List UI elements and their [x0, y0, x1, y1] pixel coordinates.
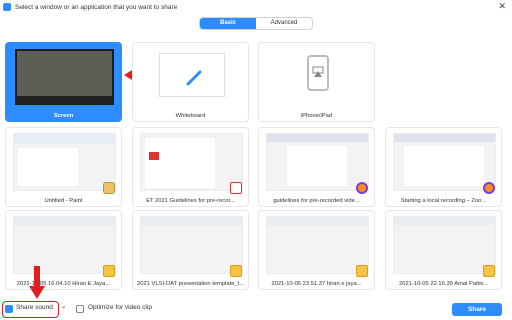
- folder-icon: [483, 265, 495, 277]
- optimize-video-checkbox[interactable]: [76, 305, 84, 313]
- share-tile-pdf[interactable]: ET 2021 Guidelines for pre-recor...: [132, 127, 249, 207]
- pdf-icon: [230, 182, 242, 194]
- folder-icon: [103, 265, 115, 277]
- share-tile-whiteboard[interactable]: Whiteboard: [132, 42, 249, 122]
- tile-label: iPhone/iPad: [300, 113, 333, 119]
- tile-label: 2021 VLSI-DAT presentation template_I...: [137, 281, 244, 287]
- share-tile-folder-3[interactable]: 2021-10-05 23.51.37 hiran e jaya...: [258, 210, 375, 290]
- window-preview: [393, 216, 496, 274]
- whiteboard-preview: [159, 53, 225, 97]
- folder-icon: [356, 265, 368, 277]
- tab-advanced[interactable]: Advanced: [256, 18, 312, 29]
- tile-label: ET 2021 Guidelines for pre-recor...: [146, 198, 235, 204]
- window-preview: [13, 133, 116, 191]
- red-down-arrow-annotation: [29, 266, 45, 299]
- tile-label: guidelines for pre-recorded vide...: [273, 198, 360, 204]
- window-preview: [266, 133, 369, 191]
- screen-preview: [15, 49, 114, 105]
- close-icon[interactable]: ✕: [498, 1, 506, 12]
- firefox-icon: [483, 182, 495, 194]
- window-preview: [393, 133, 496, 191]
- tile-label: 2021-10-05 23.51.37 hiran e jaya...: [271, 281, 362, 287]
- tile-label: 2021-10-05 22.16.39 Amal Pattiv...: [399, 281, 488, 287]
- share-tile-screen[interactable]: Screen: [5, 42, 122, 122]
- share-tile-folder-1[interactable]: 2021-10-05 16.04.10 Hiran E Jaya...: [5, 210, 122, 290]
- tile-label: Untitled - Paint: [44, 198, 83, 204]
- optimize-video-label[interactable]: Optimize for video clip: [88, 304, 152, 311]
- tile-label: Whiteboard: [175, 113, 206, 119]
- window-preview: [266, 216, 369, 274]
- tile-label: Starting a local recording – Zoo...: [400, 198, 487, 204]
- share-tile-folder-2[interactable]: 2021 VLSI-DAT presentation template_I...: [132, 210, 249, 290]
- zoom-app-icon: [3, 3, 11, 11]
- share-tile-paint[interactable]: Untitled - Paint: [5, 127, 122, 207]
- chevron-down-icon[interactable]: ⌄: [61, 302, 66, 310]
- share-tile-firefox-guidelines[interactable]: guidelines for pre-recorded vide...: [258, 127, 375, 207]
- tab-basic[interactable]: Basic: [200, 18, 256, 29]
- share-mode-tabs: Basic Advanced: [199, 17, 313, 30]
- share-tile-firefox-zoom[interactable]: Starting a local recording – Zoo...: [385, 127, 502, 207]
- firefox-icon: [356, 182, 368, 194]
- ipad-icon: [307, 55, 329, 91]
- footer-bar: Share sound ⌄ Optimize for video clip Sh…: [0, 298, 512, 320]
- paint-icon: [103, 182, 115, 194]
- tile-label: Screen: [53, 113, 74, 119]
- share-tile-folder-4[interactable]: 2021-10-05 22.16.39 Amal Pattiv...: [385, 210, 502, 290]
- red-highlight-annotation: [2, 301, 59, 318]
- folder-icon: [230, 265, 242, 277]
- share-button[interactable]: Share: [452, 303, 502, 316]
- window-preview: [140, 216, 243, 274]
- share-tile-iphone-ipad[interactable]: iPhone/iPad: [258, 42, 375, 122]
- pencil-icon: [186, 70, 202, 86]
- window-title: Select a window or an application that y…: [15, 3, 178, 11]
- window-preview: [140, 133, 243, 191]
- title-bar: Select a window or an application that y…: [0, 0, 512, 14]
- tile-label: 2021-10-05 16.04.10 Hiran E Jaya...: [16, 281, 111, 287]
